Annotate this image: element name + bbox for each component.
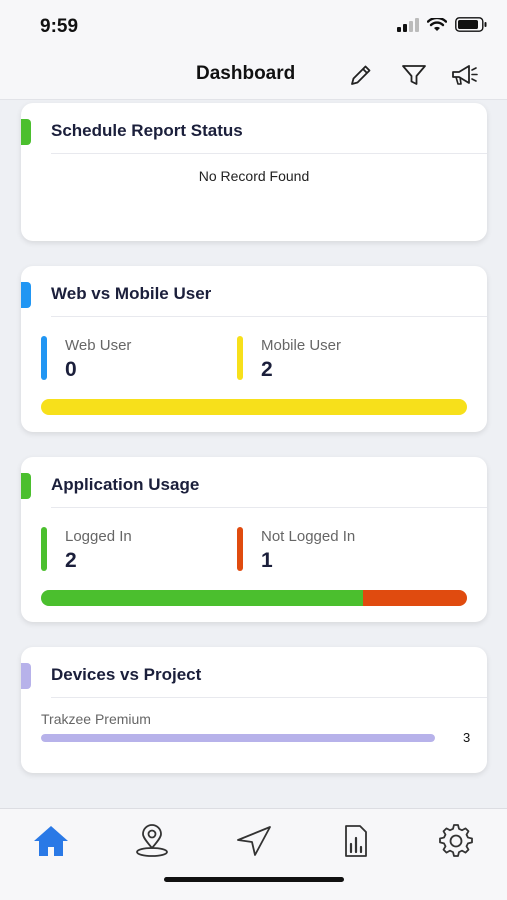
stat-value: 1 [261,549,273,572]
edit-button[interactable] [346,60,376,90]
legend-marker [237,336,243,380]
logged-in-stat: Logged In 2 [41,527,221,572]
card-title: Schedule Report Status [51,121,243,140]
nav-home[interactable] [31,823,71,859]
navigation-arrow-icon [237,826,271,856]
bottom-navigation [0,808,507,900]
location-pin-icon [136,824,168,857]
divider [51,697,487,698]
filter-icon [402,65,426,85]
devices-vs-project-card: Devices vs Project Trakzee Premium 3 [21,647,487,773]
pencil-icon [351,65,371,85]
web-vs-mobile-card: Web vs Mobile User Web User 0 Mobile Use… [21,266,487,432]
nav-settings[interactable] [436,823,476,859]
status-bar: 9:59 [0,0,507,50]
card-accent [21,282,31,308]
divider [51,153,487,154]
status-icons [397,17,487,32]
usage-progress-bar [41,590,467,606]
schedule-report-card: Schedule Report Status No Record Found [21,103,487,241]
legend-marker [41,527,47,571]
filter-button[interactable] [399,60,429,90]
not-logged-in-segment [362,590,467,606]
mobile-user-stat: Mobile User 2 [237,336,437,381]
battery-icon [455,17,487,32]
web-mobile-progress-bar [41,399,467,415]
page-title: Dashboard [196,63,296,84]
divider [51,316,487,317]
project-bar-fill [41,734,435,742]
signal-icon [397,17,419,32]
home-indicator [164,877,344,882]
settings-gear-icon [439,824,473,857]
card-title: Devices vs Project [51,665,202,684]
stat-label: Not Logged In [261,528,356,545]
legend-marker [237,527,243,571]
application-usage-card: Application Usage Logged In 2 Not Logged… [21,457,487,622]
nav-location[interactable] [132,823,172,859]
stat-value: 2 [65,549,77,572]
logged-in-segment [41,590,363,606]
card-accent [21,473,31,499]
divider [51,507,487,508]
app-header: Dashboard [0,50,507,100]
card-accent [21,663,31,689]
wifi-icon [427,17,447,31]
project-name: Trakzee Premium [41,711,151,727]
card-accent [21,119,31,145]
status-time: 9:59 [40,16,79,37]
nav-navigation[interactable] [234,823,274,859]
announcement-button[interactable] [450,60,480,90]
empty-state-text: No Record Found [198,168,310,184]
home-icon [34,826,68,856]
stat-value: 2 [261,358,273,381]
nav-reports[interactable] [335,823,375,859]
stat-value: 0 [65,358,77,381]
stat-label: Logged In [65,528,132,545]
project-count: 3 [463,730,471,745]
card-title: Application Usage [51,475,200,494]
report-chart-icon [345,825,367,857]
card-title: Web vs Mobile User [51,284,212,303]
megaphone-icon [452,65,478,85]
project-bar-track [41,734,435,742]
mobile-segment [41,399,467,415]
not-logged-in-stat: Not Logged In 1 [237,527,437,572]
legend-marker [41,336,47,380]
web-user-stat: Web User 0 [41,336,221,381]
stat-label: Web User [65,337,132,354]
stat-label: Mobile User [261,337,342,354]
